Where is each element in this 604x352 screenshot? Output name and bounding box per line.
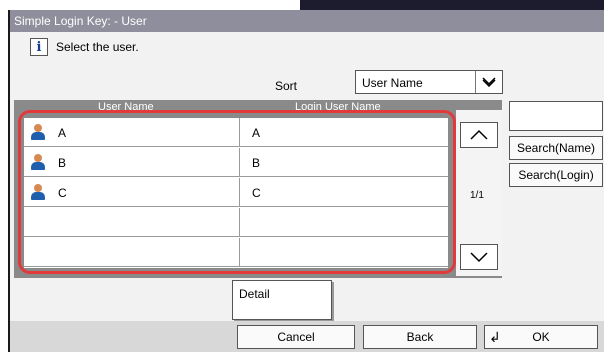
user-icon: [31, 124, 45, 140]
row-name-cell: [24, 238, 240, 266]
enter-icon: ↲: [489, 329, 501, 345]
table-row[interactable]: C C: [24, 178, 448, 207]
row-login-name: A: [252, 126, 261, 140]
column-header-user-name: User Name: [98, 101, 154, 113]
scroll-up-button[interactable]: [460, 122, 498, 148]
table-row[interactable]: [24, 238, 448, 267]
row-name-cell: [24, 148, 240, 176]
row-user-name: C: [58, 186, 67, 200]
info-icon: i: [30, 38, 48, 56]
sort-select[interactable]: User Name: [355, 70, 503, 94]
table-row[interactable]: [24, 208, 448, 237]
user-list: A A B B C C: [24, 118, 448, 268]
window-title: Simple Login Key: - User: [10, 10, 604, 32]
search-login-button[interactable]: Search(Login): [509, 163, 603, 187]
sort-label: Sort: [275, 79, 298, 93]
user-icon: [31, 154, 45, 170]
chevron-down-icon: [470, 252, 488, 263]
chevron-up-icon: [470, 129, 488, 140]
row-name-cell: [24, 208, 240, 236]
top-strip-dark: [300, 0, 604, 10]
row-user-name: B: [58, 156, 67, 170]
user-icon: [31, 184, 45, 200]
sort-selected-value: User Name: [362, 76, 423, 90]
chevron-down-icon[interactable]: [475, 71, 502, 93]
column-header-login-name: Login User Name: [295, 101, 381, 113]
top-strip: [0, 0, 604, 10]
table-row[interactable]: A A: [24, 118, 448, 147]
row-login-name: C: [252, 186, 261, 200]
scroll-down-button[interactable]: [460, 244, 498, 270]
back-button[interactable]: Back: [363, 325, 477, 349]
row-name-cell: [24, 178, 240, 206]
row-login-name: B: [252, 156, 261, 170]
page-indicator: 1/1: [470, 190, 484, 201]
search-name-button[interactable]: Search(Name): [509, 136, 603, 160]
detail-button[interactable]: Detail: [232, 280, 332, 320]
prompt-text: Select the user.: [56, 40, 139, 54]
search-field[interactable]: [509, 101, 603, 131]
ok-button[interactable]: ↲ OK: [484, 325, 598, 349]
cancel-button[interactable]: Cancel: [237, 325, 355, 349]
detail-button-label: Detail: [239, 287, 270, 301]
table-row[interactable]: B B: [24, 148, 448, 177]
row-user-name: A: [58, 126, 67, 140]
ok-button-label: OK: [532, 330, 550, 344]
row-name-cell: [24, 118, 240, 146]
